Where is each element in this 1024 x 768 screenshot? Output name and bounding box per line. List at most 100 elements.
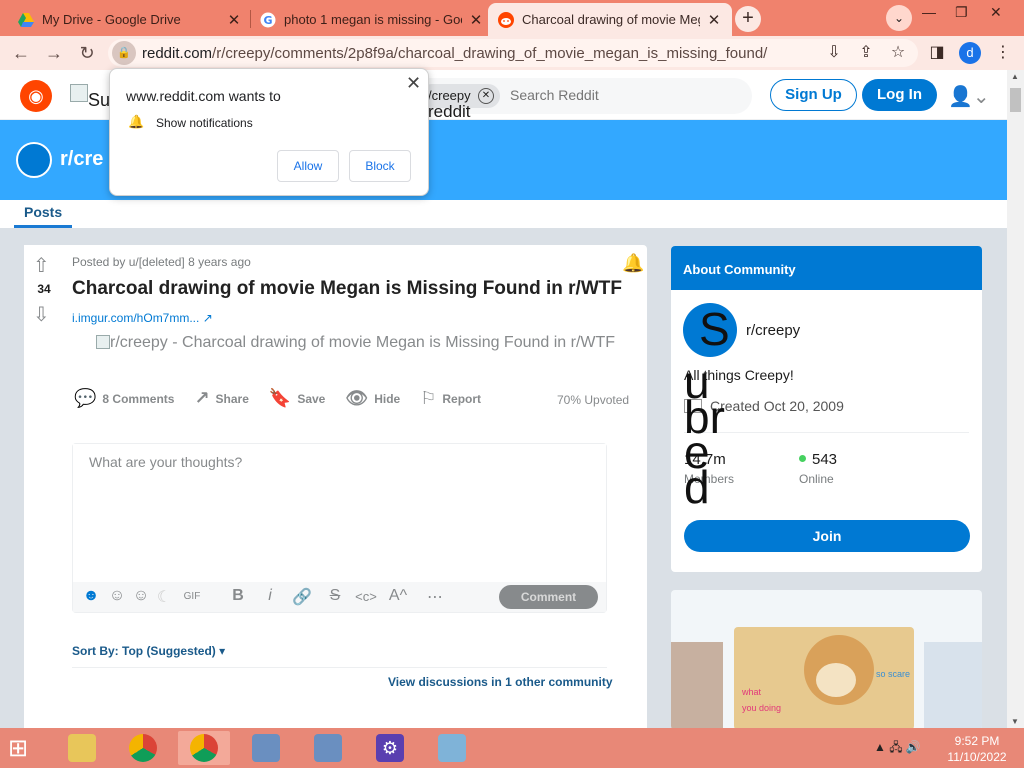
sign-up-button[interactable]: Sign Up <box>770 79 857 111</box>
divider <box>72 667 607 668</box>
join-button[interactable]: Join <box>684 520 970 552</box>
upvote-arrow-icon[interactable]: ⇧ <box>33 253 50 278</box>
community-name[interactable]: r/creepy <box>746 322 800 339</box>
tab-google-drive[interactable]: My Drive - Google Drive ✕ <box>8 3 252 36</box>
strikethrough-icon[interactable]: S <box>324 587 346 605</box>
inline-code-icon[interactable]: <c> <box>355 589 377 604</box>
taskbar-network[interactable] <box>240 731 292 765</box>
post-actions: 💬 8 Comments ↗ Share 🔖 Save 👁 Hide ⚐ Report <box>74 388 501 409</box>
view-discussions-link[interactable]: View discussions in 1 other community <box>388 675 613 689</box>
comments-button[interactable]: 💬 8 Comments <box>74 388 174 409</box>
tab-posts[interactable]: Posts <box>14 204 73 228</box>
taskbar-control-panel[interactable] <box>426 731 478 765</box>
install-icon[interactable]: ⇩ <box>823 42 845 62</box>
upvote-ratio: 70% Upvoted <box>557 393 630 407</box>
promo-image-card[interactable]: what you doing so scare <box>671 590 982 730</box>
share-button[interactable]: ↗ Share <box>194 388 248 409</box>
close-icon[interactable]: ✕ <box>226 11 242 29</box>
post-title[interactable]: Charcoal drawing of movie Megan is Missi… <box>72 278 622 300</box>
save-button[interactable]: 🔖 Save <box>269 388 325 409</box>
overflowing-alt-text: u br e d <box>684 356 725 513</box>
restore-icon[interactable]: ❐ <box>955 4 968 21</box>
share-icon[interactable]: ⇪ <box>855 42 877 62</box>
close-icon[interactable]: ✕ <box>468 11 484 29</box>
notification-bell-icon[interactable]: 🔔 <box>622 253 644 274</box>
external-link-icon: ↗ <box>202 311 213 325</box>
taskbar-explorer[interactable] <box>56 731 108 765</box>
window-close-icon[interactable]: ✕ <box>990 4 1002 21</box>
scrollbar-thumb[interactable] <box>1010 88 1021 112</box>
external-link[interactable]: i.imgur.com/hOm7mm... ↗ <box>72 311 213 325</box>
tab-search-chevron-icon[interactable]: ⌄ <box>886 5 912 31</box>
online-label: Online <box>799 472 834 486</box>
allow-button[interactable]: Allow <box>277 150 339 182</box>
menu-dots-icon[interactable]: ⋮ <box>992 42 1014 62</box>
clear-chip-icon[interactable]: ✕ <box>478 88 494 104</box>
tab-title: Charcoal drawing of movie Mega <box>522 12 700 27</box>
taskbar-chrome-profile[interactable] <box>178 731 230 765</box>
close-icon[interactable]: ✕ <box>406 73 421 94</box>
reddit-logo-icon[interactable]: ◉ <box>20 80 52 112</box>
superscript-icon[interactable]: A^ <box>387 587 409 605</box>
bold-icon[interactable]: B <box>227 587 249 605</box>
sort-by-dropdown[interactable]: Sort By: Top (Suggested) ▾ <box>72 644 225 658</box>
report-button[interactable]: ⚐ Report <box>420 388 481 409</box>
block-button[interactable]: Block <box>349 150 411 182</box>
address-bar[interactable]: 🔒 reddit.com/r/creepy/comments/2p8f9a/ch… <box>108 39 918 67</box>
reload-icon[interactable]: ↻ <box>75 41 99 65</box>
broken-image-icon <box>70 84 88 102</box>
taskbar-network-2[interactable] <box>302 731 354 765</box>
vote-column: ⇧ 34 ⇩ <box>24 245 64 735</box>
close-icon[interactable]: ✕ <box>706 11 722 29</box>
moon-icon[interactable]: ☾ <box>153 587 175 607</box>
minimize-icon[interactable]: — <box>922 4 936 20</box>
bookmark-icon: 🔖 <box>268 388 292 408</box>
notification-permission-popup: www.reddit.com wants to ✕ 🔔 Show notific… <box>109 68 429 196</box>
promo-image-right <box>924 642 982 730</box>
search-input[interactable] <box>510 87 740 103</box>
comment-format-bar: ☻ ☺ ☺ ☾ GIF B i 🔗 S <c> A^ ⋯ Comment <box>73 582 606 612</box>
tab-reddit[interactable]: Charcoal drawing of movie Mega ✕ <box>488 3 732 36</box>
downvote-arrow-icon[interactable]: ⇩ <box>33 302 50 327</box>
taskbar-chrome[interactable] <box>117 731 169 765</box>
chrome-icon <box>129 734 157 762</box>
user-menu-icon[interactable]: 👤⌄ <box>948 84 990 109</box>
post-image[interactable]: r/creepy - Charcoal drawing of movie Meg… <box>96 334 615 352</box>
taskbar-settings[interactable]: ⚙ <box>364 731 416 765</box>
italic-icon[interactable]: i <box>259 587 281 605</box>
system-tray-icons[interactable]: ▲ 🖧 🔊 <box>874 738 921 759</box>
gear-icon: ⚙ <box>376 734 404 762</box>
comment-input[interactable] <box>73 444 606 582</box>
sticker-icon[interactable]: ☺ <box>106 587 128 605</box>
post-card: ⇧ 34 ⇩ Posted by u/[deleted] 8 years ago… <box>24 245 647 735</box>
taskbar-clock[interactable]: 9:52 PM 11/10/2022 <box>944 733 1010 765</box>
scroll-down-icon[interactable]: ▼ <box>1011 717 1019 726</box>
comment-button[interactable]: Comment <box>499 585 598 609</box>
forward-arrow-icon[interactable]: → <box>42 41 66 65</box>
scroll-up-icon[interactable]: ▲ <box>1011 72 1019 81</box>
bookmark-star-icon[interactable]: ☆ <box>887 42 909 62</box>
url-text[interactable]: reddit.com/r/creepy/comments/2p8f9a/char… <box>142 45 767 62</box>
more-options-icon[interactable]: ⋯ <box>424 587 446 607</box>
emoji-icon[interactable]: ☻ <box>80 587 102 605</box>
comment-editor: ☻ ☺ ☺ ☾ GIF B i 🔗 S <c> A^ ⋯ Comment <box>72 443 607 613</box>
share-arrow-icon: ↗ <box>194 388 210 408</box>
profile-avatar[interactable]: d <box>959 42 981 64</box>
hide-button[interactable]: 👁 Hide <box>345 388 400 409</box>
windows-start-icon[interactable]: ⊞ <box>8 734 28 763</box>
side-panel-icon[interactable]: ◨ <box>926 42 948 62</box>
gif-icon[interactable]: GIF <box>181 591 203 602</box>
post-score: 34 <box>37 282 51 296</box>
new-tab-button[interactable]: + <box>735 6 761 32</box>
community-icon <box>16 142 52 178</box>
log-in-button[interactable]: Log In <box>862 79 937 111</box>
page-scrollbar[interactable]: ▲ ▼ <box>1007 70 1024 728</box>
tab-google-search[interactable]: G photo 1 megan is missing - Goog ✕ <box>250 3 494 36</box>
community-nav: Posts <box>0 200 1007 228</box>
back-arrow-icon[interactable]: ← <box>9 41 33 65</box>
promo-text: so scare <box>876 669 911 679</box>
lock-icon[interactable]: 🔒 <box>112 41 136 65</box>
link-icon[interactable]: 🔗 <box>291 587 313 607</box>
taskbar: ⊞ ⚙ ▲ 🖧 🔊 9:52 PM 11/10/2022 <box>0 728 1024 768</box>
reaction-icon[interactable]: ☺ <box>130 587 152 605</box>
